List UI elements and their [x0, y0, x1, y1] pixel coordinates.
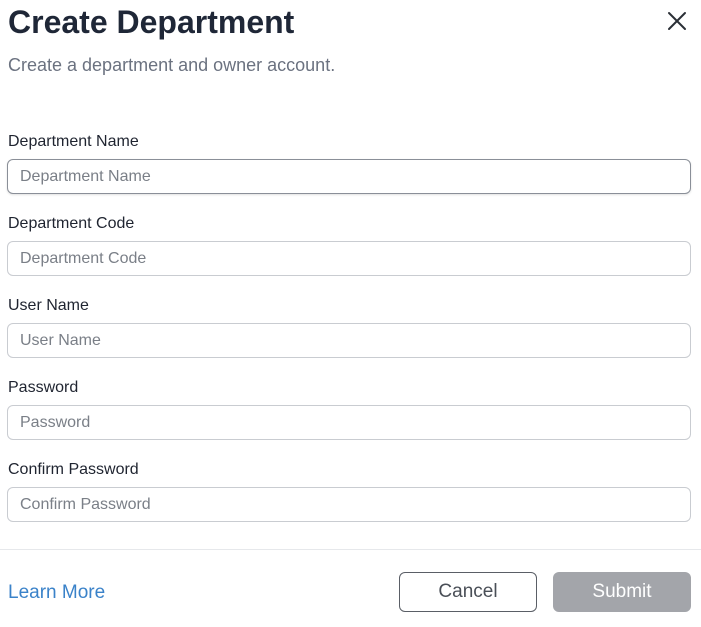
dialog-subtitle: Create a department and owner account.	[8, 55, 336, 75]
confirm-password-label: Confirm Password	[8, 461, 139, 478]
confirm-password-input[interactable]	[7, 487, 691, 522]
close-icon	[668, 12, 686, 30]
user-name-label: User Name	[8, 297, 89, 314]
close-button[interactable]	[664, 8, 690, 34]
user-name-input[interactable]	[7, 323, 691, 358]
submit-button[interactable]: Submit	[553, 572, 691, 612]
department-name-label: Department Name	[8, 133, 139, 150]
department-code-input[interactable]	[7, 241, 691, 276]
cancel-button[interactable]: Cancel	[399, 572, 537, 612]
dialog-title: Create Department	[8, 4, 295, 40]
create-department-dialog: Create Department Create a department an…	[0, 0, 701, 627]
department-name-input[interactable]	[7, 159, 691, 194]
department-code-label: Department Code	[8, 215, 135, 232]
footer-divider	[0, 549, 701, 550]
password-label: Password	[8, 379, 79, 396]
learn-more-link[interactable]: Learn More	[8, 581, 105, 605]
password-input[interactable]	[7, 405, 691, 440]
